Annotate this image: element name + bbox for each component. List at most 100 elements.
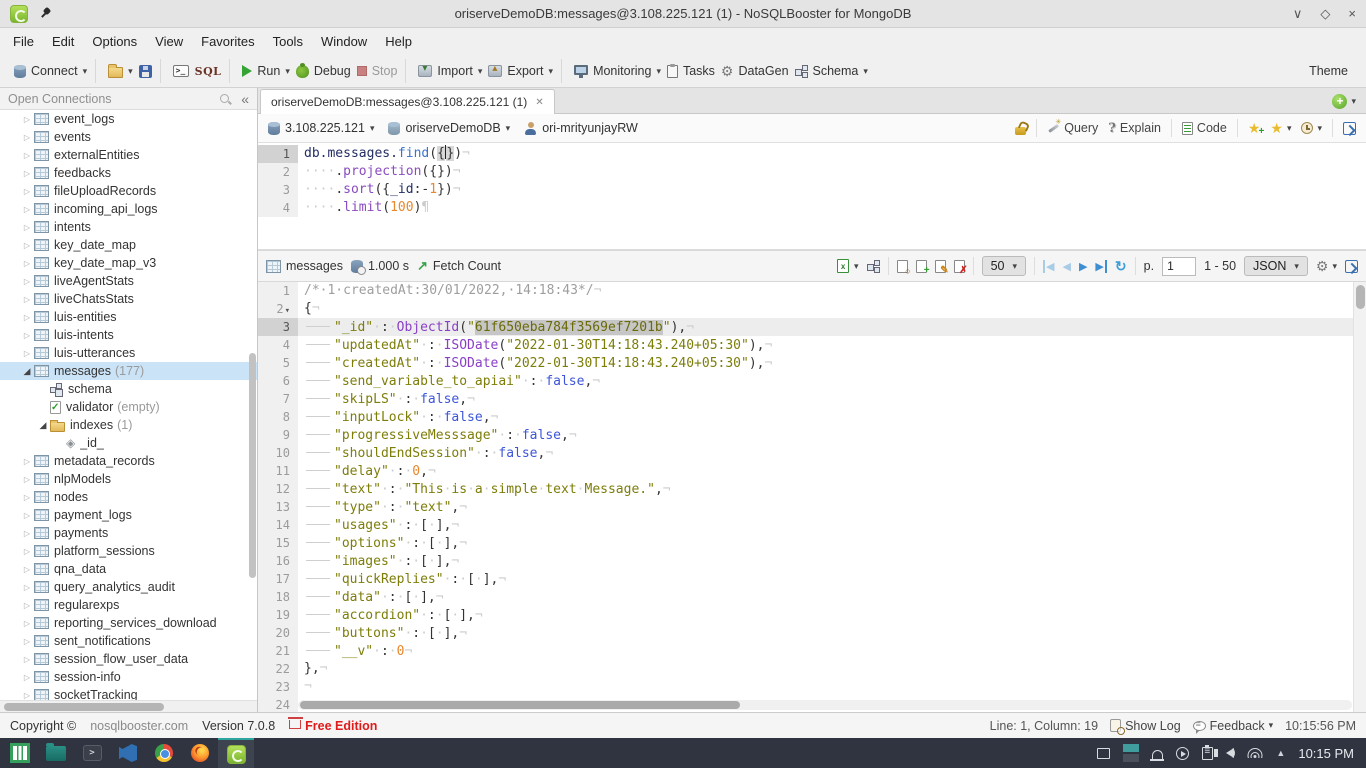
collapsed-arrow-icon[interactable]: ▷ xyxy=(20,475,34,484)
sidebar-item-nlpModels[interactable]: ▷nlpModels xyxy=(0,470,257,488)
collapsed-arrow-icon[interactable]: ▷ xyxy=(20,205,34,214)
collapsed-arrow-icon[interactable]: ▷ xyxy=(20,601,34,610)
connect-button[interactable]: Connect▾ xyxy=(14,64,87,78)
sidebar-item-messages[interactable]: ◢messages(177) xyxy=(0,362,257,380)
view-mode-select[interactable]: JSON▾ xyxy=(1244,256,1308,276)
tab-active[interactable]: oriserveDemoDB:messages@3.108.225.121 (1… xyxy=(260,89,555,114)
taskbar-chrome[interactable] xyxy=(146,738,182,768)
collapsed-arrow-icon[interactable]: ▷ xyxy=(20,187,34,196)
schema-button[interactable]: Schema▾ xyxy=(795,64,868,78)
panel-expand-icon[interactable]: ▲ xyxy=(1276,748,1285,758)
taskbar-terminal[interactable]: > xyxy=(74,738,110,768)
lock-icon[interactable] xyxy=(1015,127,1026,135)
taskbar-nosqlbooster-active[interactable] xyxy=(218,738,254,768)
taskbar-file-manager[interactable] xyxy=(38,738,74,768)
collapsed-arrow-icon[interactable]: ▷ xyxy=(20,331,34,340)
sidebar-item-intents[interactable]: ▷intents xyxy=(0,218,257,236)
datagen-button[interactable]: ⚙DataGen xyxy=(721,64,789,78)
sidebar-item-sent_notifications[interactable]: ▷sent_notifications xyxy=(0,632,257,650)
notifications-bell-icon[interactable] xyxy=(1152,750,1163,759)
sidebar-item-events[interactable]: ▷events xyxy=(0,128,257,146)
collapsed-arrow-icon[interactable]: ▷ xyxy=(20,169,34,178)
collapsed-arrow-icon[interactable]: ▷ xyxy=(20,673,34,682)
import-button[interactable]: Import▾ xyxy=(418,64,482,78)
tasks-button[interactable]: Tasks xyxy=(667,64,715,78)
shell-button[interactable]: >_ xyxy=(173,65,189,77)
collapsed-arrow-icon[interactable]: ▷ xyxy=(20,457,34,466)
code-line-1[interactable]: 1/*·1·createdAt:30/01/2022,·14:18:43*/¬ xyxy=(258,282,1366,300)
code-line-20[interactable]: 20"buttons"·:·[·],¬ xyxy=(258,624,1366,642)
code-line-14[interactable]: 14"usages"·:·[·],¬ xyxy=(258,516,1366,534)
collapsed-arrow-icon[interactable]: ▷ xyxy=(20,493,34,502)
code-line-4[interactable]: 4····.limit(100)¶ xyxy=(258,199,1366,217)
history-menu[interactable]: ▾ xyxy=(1301,122,1322,134)
collapsed-arrow-icon[interactable]: ▷ xyxy=(20,133,34,142)
code-line-5[interactable]: 5"createdAt"·:·ISODate("2022-01-30T14:18… xyxy=(258,354,1366,372)
sidebar-item-liveChatsStats[interactable]: ▷liveChatsStats xyxy=(0,290,257,308)
breadcrumb-database[interactable]: oriserveDemoDB▾ xyxy=(388,121,510,135)
sidebar-item-reporting_services_download[interactable]: ▷reporting_services_download xyxy=(0,614,257,632)
code-line-21[interactable]: 21"__v"·:·0¬ xyxy=(258,642,1366,660)
expanded-arrow-icon[interactable]: ◢ xyxy=(20,366,34,377)
sql-button[interactable]: SQL xyxy=(195,65,222,78)
sidebar-item-session_flow_user_data[interactable]: ▷session_flow_user_data xyxy=(0,650,257,668)
code-line-1[interactable]: 1db.messages.find({})¬ xyxy=(258,145,1366,163)
sidebar-item-platform_sessions[interactable]: ▷platform_sessions xyxy=(0,542,257,560)
sidebar-item-liveAgentStats[interactable]: ▷liveAgentStats xyxy=(0,272,257,290)
taskbar-vscode[interactable] xyxy=(110,738,146,768)
code-line-2[interactable]: 2▾{¬ xyxy=(258,300,1366,318)
code-line-3[interactable]: 3"_id"·:·ObjectId("61f650eba784f3569ef72… xyxy=(258,318,1366,336)
sidebar-item-metadata_records[interactable]: ▷metadata_records xyxy=(0,452,257,470)
code-line-17[interactable]: 17"quickReplies"·:·[·],¬ xyxy=(258,570,1366,588)
free-edition-button[interactable]: Free Edition xyxy=(289,719,377,733)
collapsed-arrow-icon[interactable]: ▷ xyxy=(20,115,34,124)
sidebar-item-payments[interactable]: ▷payments xyxy=(0,524,257,542)
delete-document-icon[interactable] xyxy=(954,260,965,273)
collapsed-arrow-icon[interactable]: ▷ xyxy=(20,259,34,268)
menu-options[interactable]: Options xyxy=(83,30,146,53)
maximize-editor-icon[interactable] xyxy=(1343,122,1356,135)
code-line-2[interactable]: 2····.projection({})¬ xyxy=(258,163,1366,181)
code-button[interactable]: Code xyxy=(1182,121,1227,135)
code-line-18[interactable]: 18"data"·:·[·],¬ xyxy=(258,588,1366,606)
collapse-sidebar-icon[interactable]: « xyxy=(241,91,249,107)
last-page-icon[interactable]: ▶ xyxy=(1095,260,1106,273)
taskbar-app-menu[interactable] xyxy=(2,738,38,768)
pin-icon[interactable] xyxy=(38,7,52,21)
code-line-4[interactable]: 4"updatedAt"·:·ISODate("2022-01-30T14:18… xyxy=(258,336,1366,354)
search-icon[interactable] xyxy=(220,94,229,103)
clipboard-icon[interactable] xyxy=(1202,747,1213,760)
sidebar-item-session-info[interactable]: ▷session-info xyxy=(0,668,257,686)
tab-close-icon[interactable]: ✕ xyxy=(535,97,543,108)
explain-button[interactable]: ?Explain xyxy=(1108,121,1161,136)
code-line-22[interactable]: 22},¬ xyxy=(258,660,1366,678)
collapsed-arrow-icon[interactable]: ▷ xyxy=(20,619,34,628)
fetch-count-button[interactable]: ↗Fetch Count xyxy=(417,258,501,274)
sidebar-item-key_date_map_v3[interactable]: ▷key_date_map_v3 xyxy=(0,254,257,272)
collapsed-arrow-icon[interactable]: ▷ xyxy=(20,583,34,592)
sidebar-horizontal-scrollbar[interactable] xyxy=(0,700,257,712)
show-log-button[interactable]: Show Log xyxy=(1110,719,1181,733)
code-line-9[interactable]: 9"progressiveMesssage"·:·false,¬ xyxy=(258,426,1366,444)
sidebar-item-query_analytics_audit[interactable]: ▷query_analytics_audit xyxy=(0,578,257,596)
sidebar-vertical-scrollbar[interactable] xyxy=(249,353,256,578)
collapsed-arrow-icon[interactable]: ▷ xyxy=(20,511,34,520)
code-line-7[interactable]: 7"skipLS"·:·false,¬ xyxy=(258,390,1366,408)
results-settings-menu[interactable]: ⚙▾ xyxy=(1316,260,1337,273)
sidebar-item-key_date_map[interactable]: ▷key_date_map xyxy=(0,236,257,254)
code-line-6[interactable]: 6"send_variable_to_apiai"·:·false,¬ xyxy=(258,372,1366,390)
collapsed-arrow-icon[interactable]: ▷ xyxy=(20,565,34,574)
add-document-icon[interactable] xyxy=(916,260,927,273)
refresh-icon[interactable]: ↻ xyxy=(1115,258,1127,275)
collapsed-arrow-icon[interactable]: ▷ xyxy=(20,637,34,646)
collapsed-arrow-icon[interactable]: ▷ xyxy=(20,223,34,232)
collapsed-arrow-icon[interactable]: ▷ xyxy=(20,691,34,700)
workspace-2[interactable] xyxy=(1123,754,1139,762)
sidebar-item-qna_data[interactable]: ▷qna_data xyxy=(0,560,257,578)
maximize-results-icon[interactable] xyxy=(1345,260,1358,273)
workspace-1[interactable] xyxy=(1123,744,1139,752)
export-results-button[interactable]: ▾ xyxy=(837,259,859,273)
favorites-menu[interactable]: ★▾ xyxy=(1270,122,1291,135)
menu-window[interactable]: Window xyxy=(312,30,376,53)
menu-tools[interactable]: Tools xyxy=(264,30,312,53)
